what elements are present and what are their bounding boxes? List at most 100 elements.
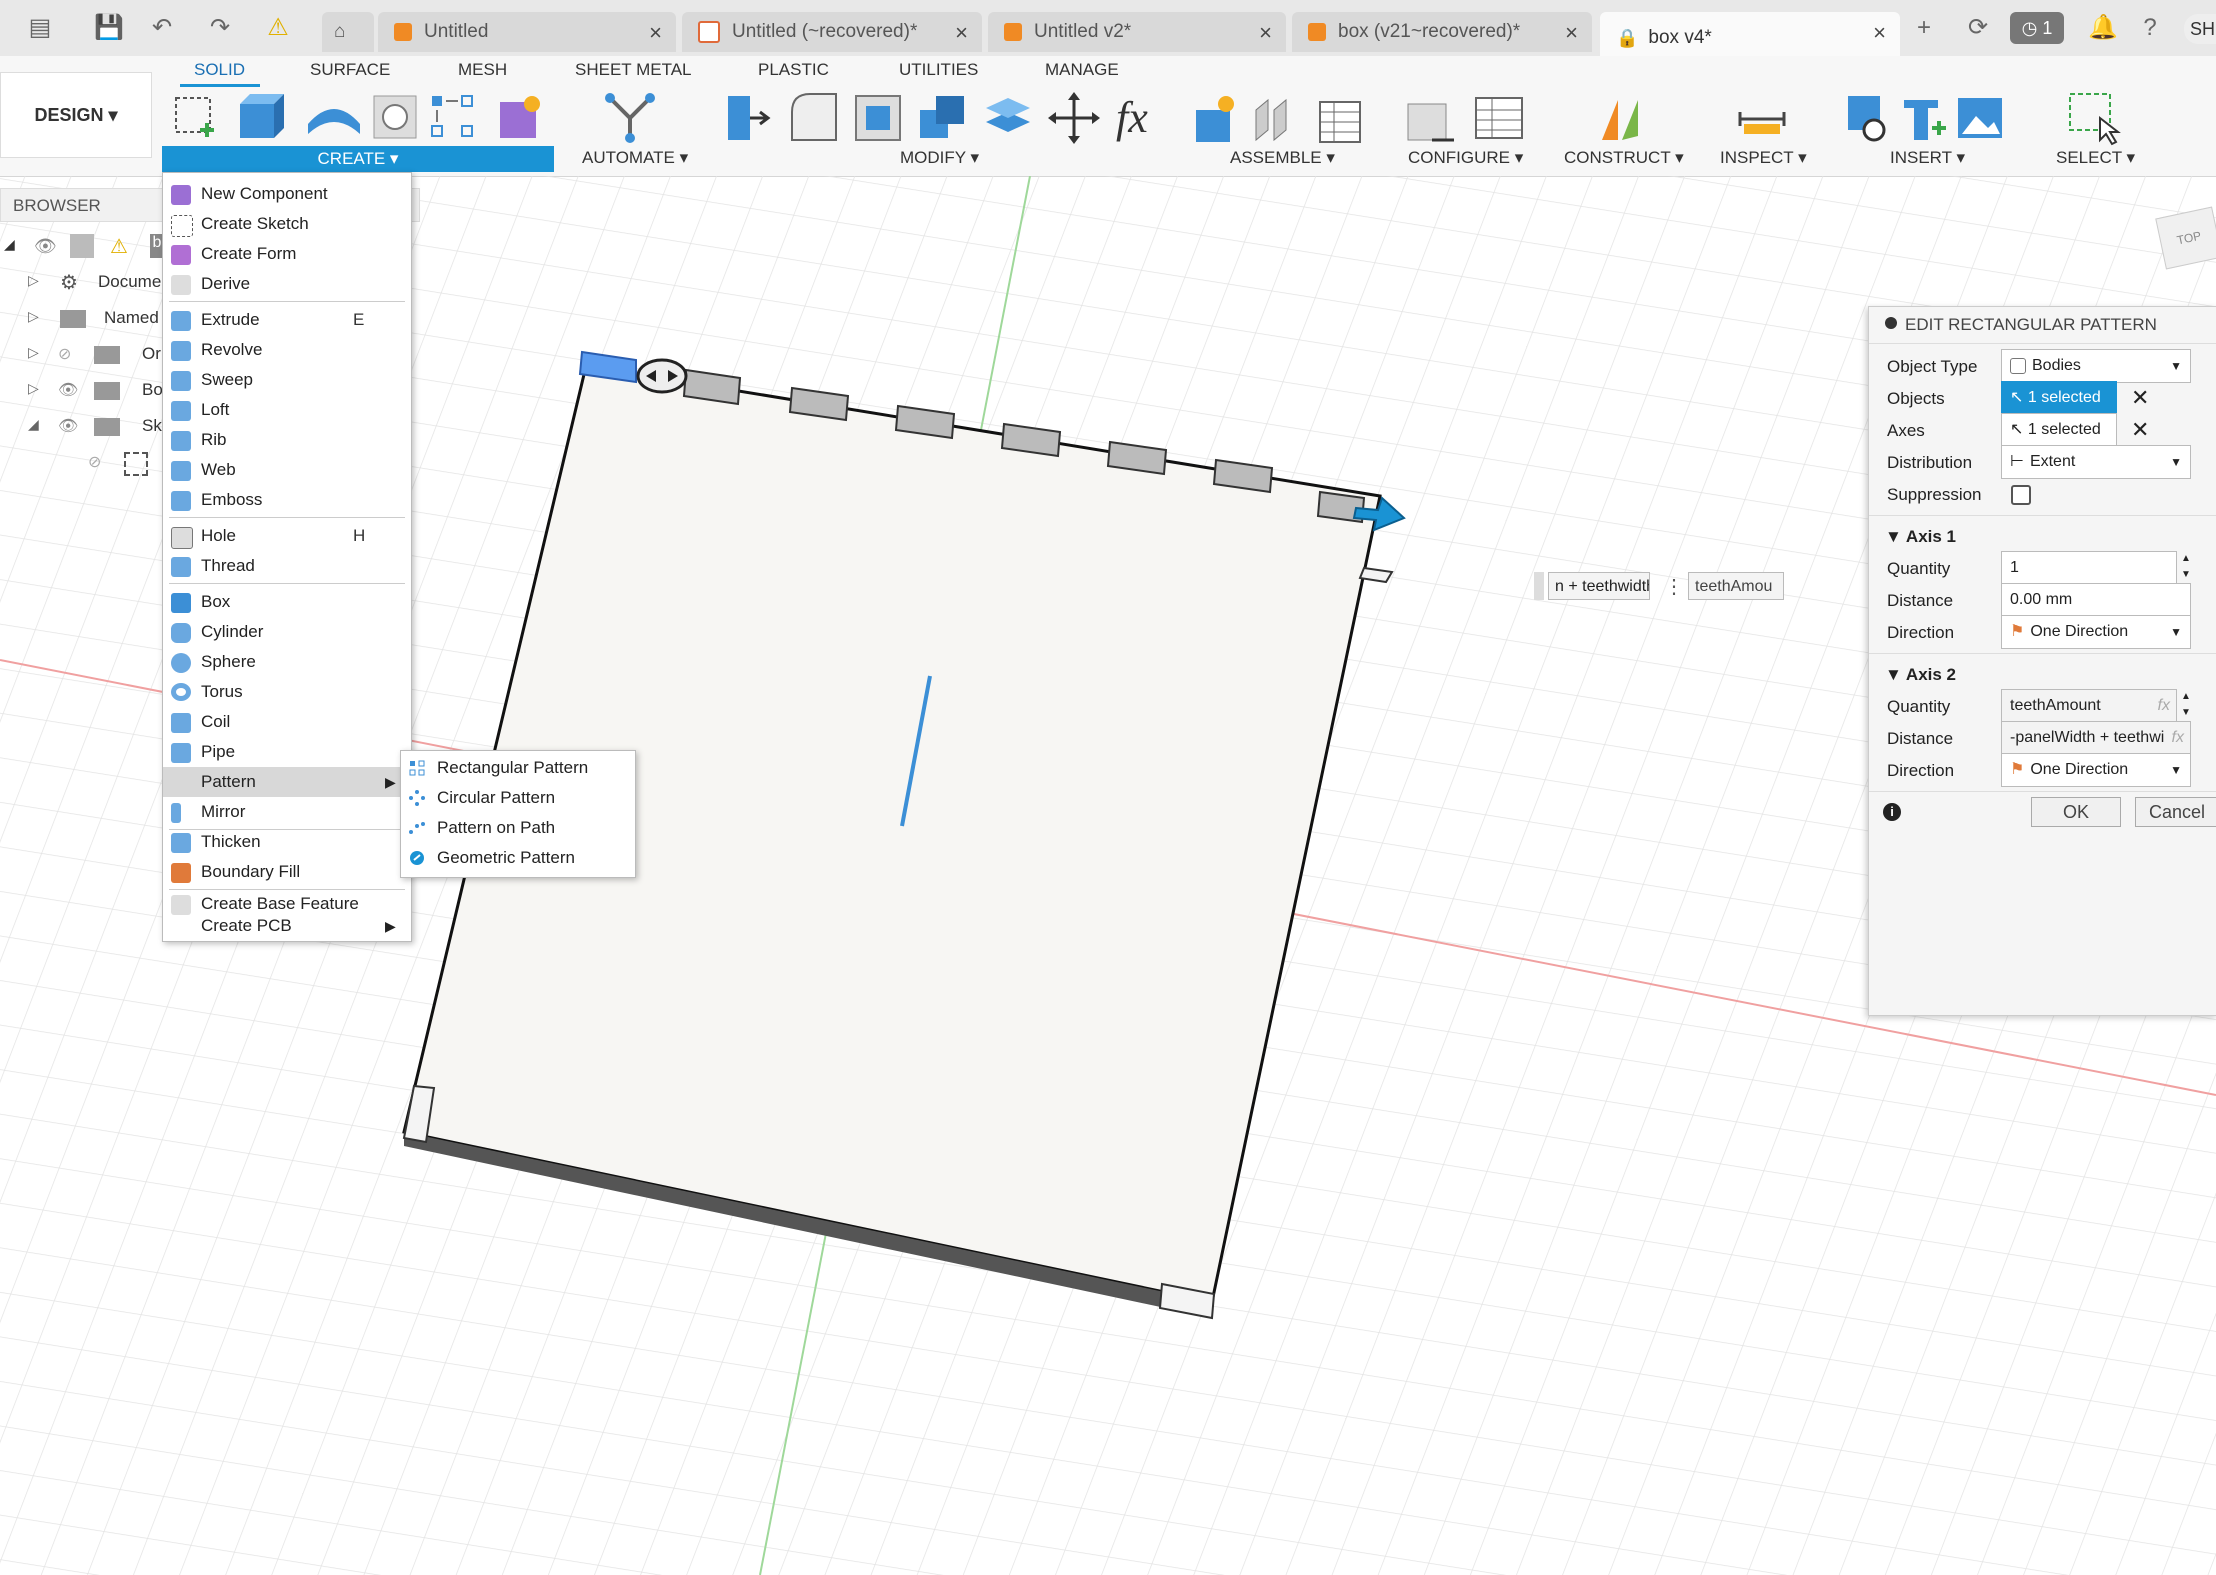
configure-icon[interactable]	[1407, 103, 1454, 142]
new-component-icon[interactable]	[500, 96, 540, 138]
construct-plane-icon[interactable]	[1596, 90, 1656, 146]
pattern-direction-handle[interactable]	[636, 358, 688, 394]
help-icon[interactable]: ?	[2136, 14, 2164, 42]
tab-utilities[interactable]: UTILITIES	[899, 60, 978, 80]
suppression-checkbox[interactable]	[2011, 485, 2031, 505]
dialog-header[interactable]: EDIT RECTANGULAR PATTERN	[1869, 307, 2216, 344]
select-dropdown[interactable]: SELECT ▾	[2056, 148, 2135, 168]
create-dropdown-button[interactable]: CREATE ▾	[162, 146, 554, 172]
create-sketch-icon[interactable]	[175, 97, 214, 137]
menu-loft[interactable]: Loft	[163, 395, 409, 425]
expand-icon[interactable]: ▷	[28, 272, 39, 289]
axes-selection[interactable]: ↖ 1 selected	[2001, 413, 2117, 447]
parameters-icon[interactable]: fx	[1116, 93, 1148, 142]
menu-emboss[interactable]: Emboss	[163, 485, 409, 515]
menu-coil[interactable]: Coil	[163, 707, 409, 737]
menu-derive[interactable]: Derive	[163, 269, 409, 299]
close-icon[interactable]: ×	[955, 20, 968, 46]
object-type-select[interactable]: Bodies ▼	[2001, 349, 2191, 383]
axis2-quantity-input[interactable]: teethAmount fx	[2001, 689, 2177, 723]
redo-icon[interactable]: ↷	[206, 14, 234, 42]
quantity-stepper[interactable]: ▲ ▼	[2181, 689, 2191, 721]
select-icon[interactable]	[2066, 90, 2122, 146]
tab-untitled-recovered[interactable]: Untitled (~recovered)* ×	[682, 12, 982, 52]
axis1-section-toggle[interactable]: ▼ Axis 1	[1885, 527, 1956, 547]
revolve-icon[interactable]	[308, 109, 360, 134]
more-options-icon[interactable]: ⋮	[1664, 574, 1684, 599]
menu-torus[interactable]: Torus	[163, 677, 409, 707]
shell-icon[interactable]	[855, 95, 901, 141]
offset-face-icon[interactable]	[986, 98, 1030, 132]
menu-pattern[interactable]: Pattern ▶	[163, 767, 409, 797]
menu-create-form[interactable]: Create Form	[163, 239, 409, 269]
browser-named-views-row[interactable]: ▷ Named	[0, 302, 170, 336]
automate-dropdown[interactable]: AUTOMATE ▾	[582, 148, 688, 168]
browser-bodies-row[interactable]: ▷ 👁 Bo	[0, 374, 170, 408]
input-grip[interactable]	[1534, 572, 1544, 600]
browser-root-row[interactable]: ◢ 👁 ⚠ b	[0, 230, 170, 264]
expand-icon[interactable]: ▷	[28, 308, 39, 325]
tab-untitled-v2[interactable]: Untitled v2* ×	[988, 12, 1286, 52]
hole-icon[interactable]	[373, 95, 417, 139]
tab-sheet-metal[interactable]: SHEET METAL	[575, 60, 692, 80]
combine-icon[interactable]	[920, 96, 964, 138]
insert-canvas-icon[interactable]	[1958, 98, 2002, 138]
ok-button[interactable]: OK	[2031, 797, 2121, 827]
close-icon[interactable]: ×	[1873, 20, 1886, 46]
insert-dropdown[interactable]: INSERT ▾	[1890, 148, 1965, 168]
axis2-section-toggle[interactable]: ▼ Axis 2	[1885, 665, 1956, 685]
quantity-expression-input[interactable]: teethAmou	[1688, 572, 1784, 600]
close-icon[interactable]: ×	[1565, 20, 1578, 46]
assemble-dropdown[interactable]: ASSEMBLE ▾	[1230, 148, 1335, 168]
eye-icon[interactable]: 👁	[34, 236, 57, 257]
tab-surface[interactable]: SURFACE	[310, 60, 390, 80]
press-pull-icon[interactable]	[728, 96, 771, 140]
browser-origin-row[interactable]: ▷ ⊘ Or	[0, 338, 170, 372]
expand-icon[interactable]: ▷	[28, 344, 39, 361]
close-icon[interactable]: ×	[1259, 20, 1272, 46]
menu-new-component[interactable]: New Component	[163, 179, 409, 209]
joint-icon[interactable]	[1255, 98, 1287, 142]
file-menu-icon[interactable]: ▤	[26, 14, 54, 42]
tab-untitled[interactable]: Untitled ×	[378, 12, 676, 52]
collapse-icon[interactable]: ◢	[4, 236, 15, 253]
eye-icon[interactable]: 👁	[58, 380, 78, 400]
menu-cylinder[interactable]: Cylinder	[163, 617, 409, 647]
axis1-quantity-input[interactable]: 1	[2001, 551, 2177, 585]
browser-sketch-item-row[interactable]: ⊘	[0, 446, 170, 480]
submenu-pattern-on-path[interactable]: Pattern on Path	[401, 813, 633, 843]
distribution-select[interactable]: ⊢ Extent ▼	[2001, 445, 2191, 479]
menu-rib[interactable]: Rib	[163, 425, 409, 455]
viewcube[interactable]: TOP	[2155, 206, 2216, 270]
fillet-icon[interactable]	[791, 93, 837, 141]
insert-mcmaster-icon[interactable]	[1904, 100, 1946, 140]
submenu-geometric-pattern[interactable]: Geometric Pattern	[401, 843, 633, 873]
browser-document-settings-row[interactable]: ▷ ⚙ Docume	[0, 266, 170, 300]
axis1-direction-select[interactable]: ⚑ One Direction ▼	[2001, 615, 2191, 649]
menu-extrude[interactable]: Extrude E	[163, 305, 409, 335]
inspect-dropdown[interactable]: INSPECT ▾	[1720, 148, 1807, 168]
workspace-switcher[interactable]: DESIGN ▾	[0, 72, 152, 158]
expand-icon[interactable]: ▷	[28, 380, 39, 397]
menu-boundary-fill[interactable]: Boundary Fill	[163, 857, 409, 887]
eye-icon[interactable]: 👁	[58, 416, 78, 436]
browser-sketches-row[interactable]: ◢ 👁 Sk	[0, 410, 170, 444]
menu-revolve[interactable]: Revolve	[163, 335, 409, 365]
clear-objects-icon[interactable]: ✕	[2131, 385, 2149, 411]
distance-expression-input[interactable]: n + teethwidth	[1548, 572, 1650, 600]
extrude-icon[interactable]	[240, 94, 284, 138]
home-tab[interactable]: ⌂	[322, 12, 374, 52]
automate-icon[interactable]	[600, 90, 660, 144]
tab-plastic[interactable]: PLASTIC	[758, 60, 829, 80]
menu-hole[interactable]: Hole H	[163, 521, 409, 551]
job-status-badge[interactable]: ◷ 1	[2010, 12, 2064, 44]
eye-hidden-icon[interactable]: ⊘	[88, 452, 101, 472]
warning-icon[interactable]: ⚠	[264, 14, 292, 42]
submenu-circular-pattern[interactable]: Circular Pattern	[401, 783, 633, 813]
save-icon[interactable]: 💾	[94, 14, 124, 42]
table-icon[interactable]	[1319, 101, 1361, 143]
eye-hidden-icon[interactable]: ⊘	[58, 344, 71, 364]
axis1-distance-input[interactable]: 0.00 mm	[2001, 583, 2191, 617]
clear-axes-icon[interactable]: ✕	[2131, 417, 2149, 443]
measure-icon[interactable]	[1736, 94, 1792, 144]
